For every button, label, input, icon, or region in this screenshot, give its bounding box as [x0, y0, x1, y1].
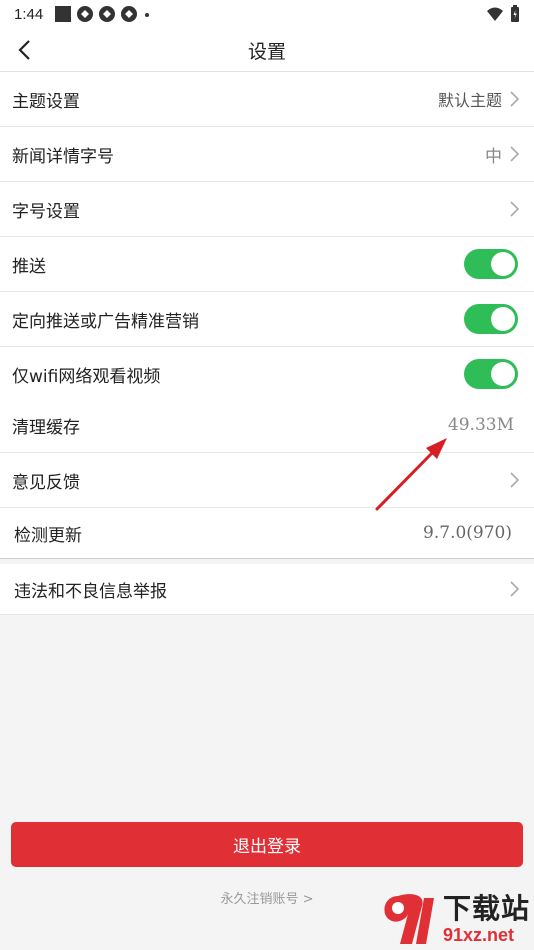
app-notification-icon: [77, 6, 94, 22]
app-header: 设置: [0, 28, 534, 72]
settings-group-maintenance: 清理缓存 49.33M 意见反馈 检测更新 9.7.0(970): [0, 398, 534, 559]
row-targeted-ads: 定向推送或广告精准营销: [0, 292, 534, 347]
square-notification-icon: [55, 6, 72, 22]
version-value: 9.7.0(970): [423, 523, 512, 543]
row-clear-cache[interactable]: 清理缓存 49.33M: [0, 398, 534, 453]
logo-icon: [384, 894, 434, 944]
chevron-right-icon: [510, 581, 520, 597]
row-label: 仅wifi网络观看视频: [12, 366, 161, 387]
settings-group-general: 主题设置 默认主题 新闻详情字号 中 字号设置 推送 定向推送或广告精准营销 仅…: [0, 72, 534, 402]
settings-group-report: 违法和不良信息举报: [0, 564, 534, 615]
page-title: 设置: [247, 41, 286, 63]
toggle-knob: [491, 307, 515, 331]
row-label: 意见反馈: [12, 472, 80, 493]
chevron-right-icon: [510, 201, 520, 217]
wifi-icon: [487, 7, 503, 21]
row-label: 主题设置: [12, 91, 80, 112]
targeted-ads-toggle[interactable]: [464, 304, 518, 334]
row-label: 推送: [12, 256, 46, 277]
wifi-only-video-toggle[interactable]: [464, 359, 518, 389]
watermark-en: 91xz.net: [442, 925, 515, 945]
row-label: 清理缓存: [12, 417, 80, 438]
row-font-size-settings[interactable]: 字号设置: [0, 182, 534, 237]
row-label: 违法和不良信息举报: [14, 581, 167, 602]
app-notification-icon: [121, 6, 138, 22]
row-report-illegal-info[interactable]: 违法和不良信息举报: [0, 564, 534, 615]
watermark: 下载站 91xz.net: [378, 890, 530, 948]
logout-button[interactable]: 退出登录: [11, 822, 523, 867]
toggle-knob: [491, 252, 515, 276]
row-theme-settings[interactable]: 主题设置 默认主题: [0, 72, 534, 127]
row-news-font-size[interactable]: 新闻详情字号 中: [0, 127, 534, 182]
notification-icons: [55, 6, 151, 22]
row-label: 字号设置: [12, 201, 80, 222]
more-notifications-dot-icon: [145, 13, 150, 17]
news-font-size-value: 中: [485, 146, 502, 167]
row-check-update[interactable]: 检测更新 9.7.0(970): [0, 508, 534, 559]
cache-size-value: 49.33M: [447, 415, 514, 435]
row-wifi-only-video: 仅wifi网络观看视频: [0, 347, 534, 402]
toggle-knob: [491, 362, 515, 386]
row-label: 定向推送或广告精准营销: [12, 311, 199, 332]
row-label: 新闻详情字号: [12, 146, 114, 167]
chevron-right-icon: [510, 146, 520, 162]
row-label: 检测更新: [14, 525, 82, 546]
theme-value: 默认主题: [437, 91, 502, 110]
chevron-right-icon: [510, 472, 520, 488]
status-bar: 1:44: [0, 0, 534, 28]
row-feedback[interactable]: 意见反馈: [0, 453, 534, 508]
battery-icon: [511, 5, 519, 22]
row-push: 推送: [0, 237, 534, 292]
push-toggle[interactable]: [464, 249, 518, 279]
chevron-right-icon: [510, 91, 520, 107]
app-notification-icon: [99, 6, 116, 22]
status-time: 1:44: [14, 5, 44, 23]
watermark-cn: 下载站: [442, 892, 530, 925]
